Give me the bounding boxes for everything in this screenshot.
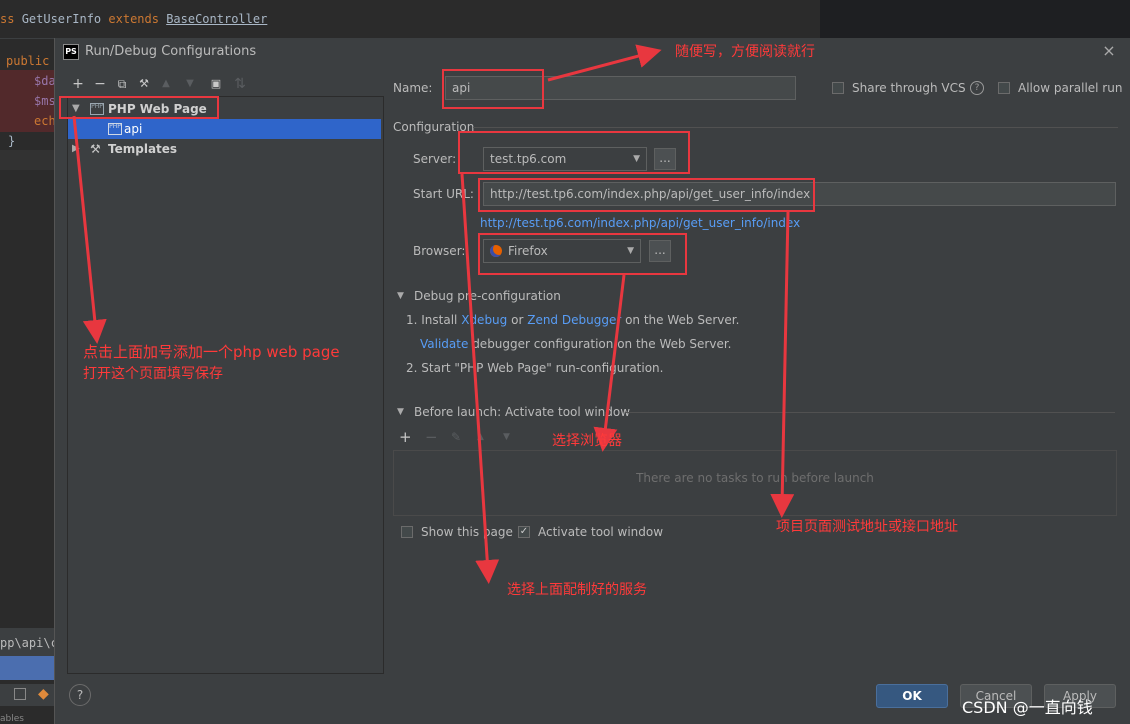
annotation-browser-note: 选择浏览器: [552, 433, 622, 449]
watermark: CSDN @一直向钱: [962, 698, 1093, 717]
annotation-arrows: [72, 44, 795, 584]
annotation-add-note-1: 点击上面加号添加一个php web page: [83, 343, 340, 361]
annotation-server-note: 选择上面配制好的服务: [507, 582, 647, 598]
annotation-url-note: 项目页面测试地址或接口地址: [776, 519, 958, 535]
annotation-add-note-2: 打开这个页面填写保存: [83, 366, 223, 382]
annotation-name-note: 随便写，方便阅读就行: [675, 44, 815, 60]
